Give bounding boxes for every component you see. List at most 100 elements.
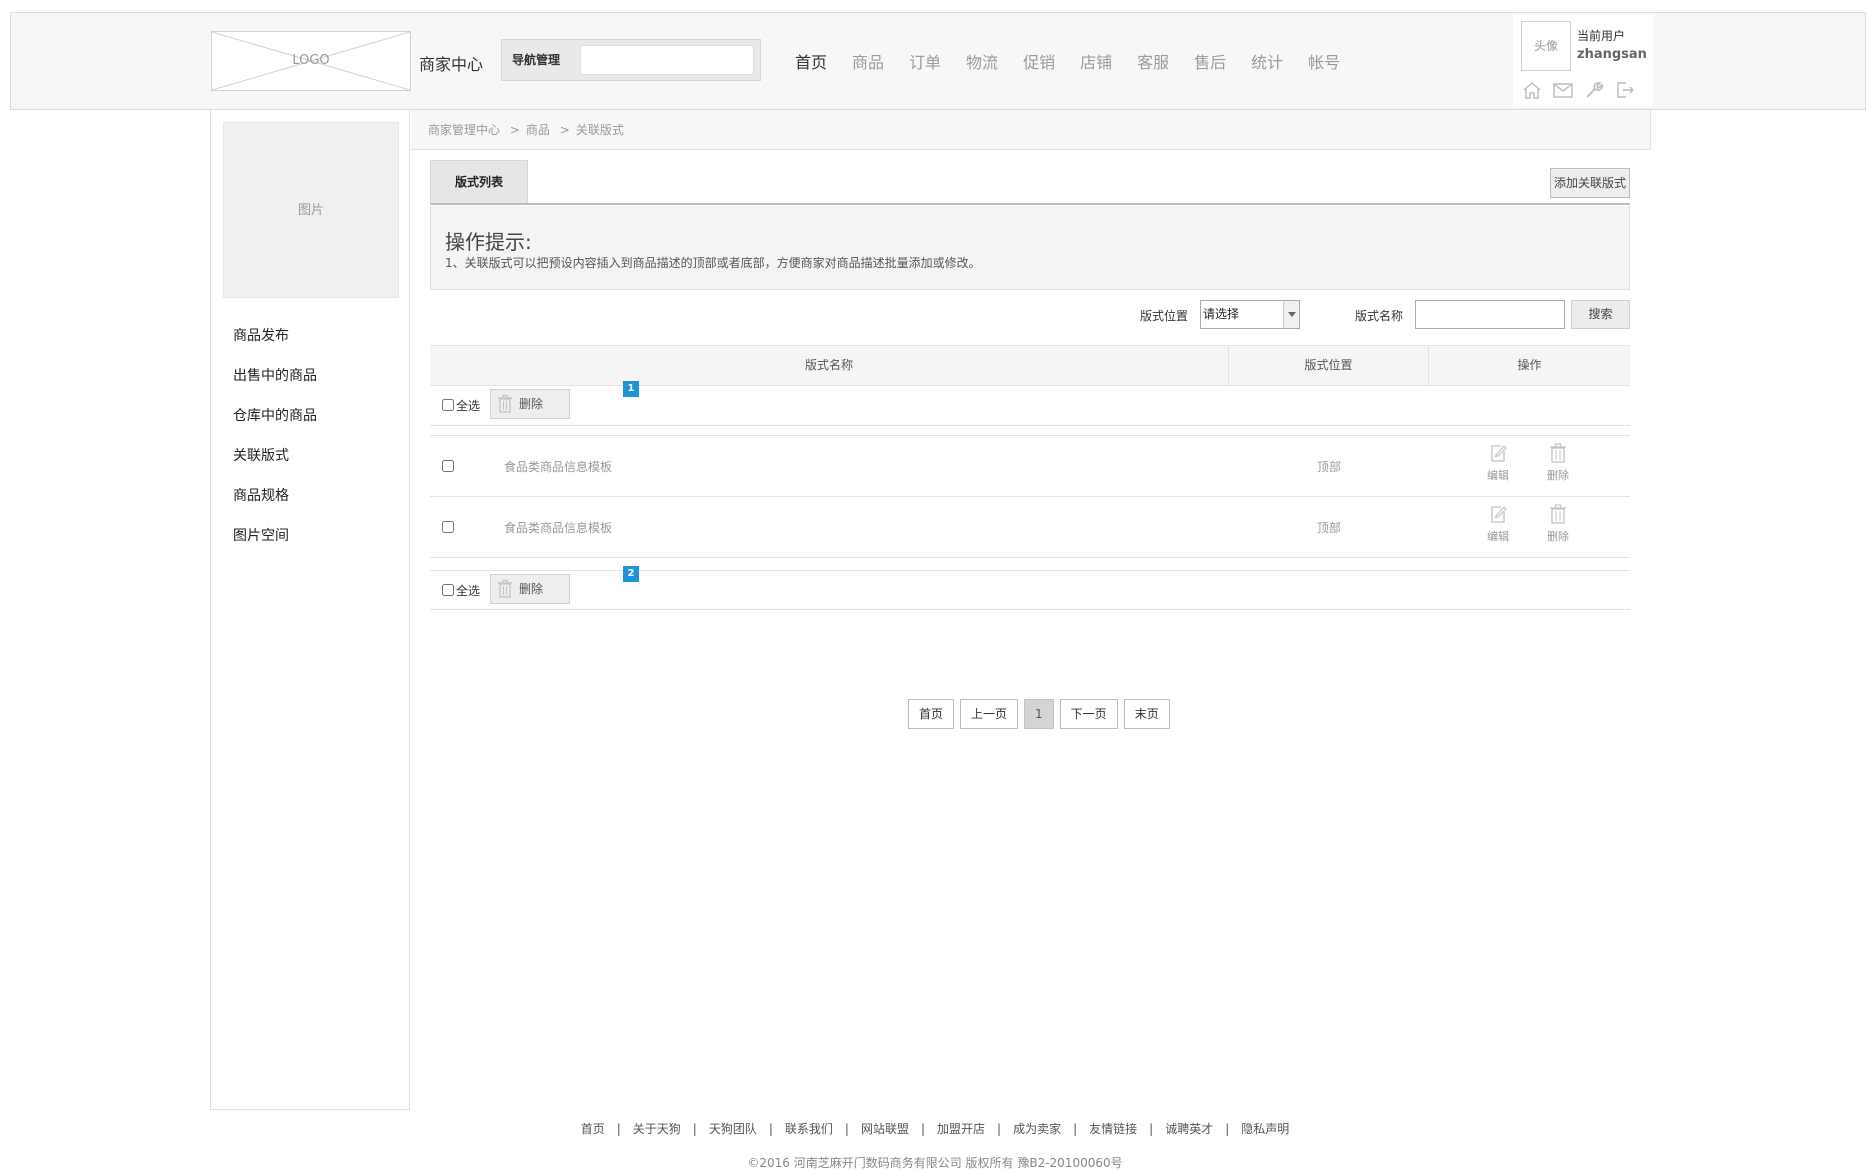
- sidebar-item-image-space[interactable]: 图片空间: [233, 516, 317, 556]
- breadcrumb-item-current: 关联版式: [575, 123, 624, 137]
- page-next-button[interactable]: 下一页: [1059, 699, 1118, 729]
- add-layout-button[interactable]: 添加关联版式: [1550, 168, 1630, 198]
- nav-search-label: 导航管理: [512, 53, 561, 67]
- nav-item-products[interactable]: 商品: [852, 49, 884, 73]
- footer-link-team[interactable]: 天狗团队: [709, 1122, 757, 1136]
- position-select-value: 请选择: [1203, 307, 1240, 321]
- user-name: zhangsan: [1577, 47, 1647, 62]
- edit-label: 编辑: [1487, 469, 1509, 482]
- mail-icon[interactable]: [1552, 79, 1574, 101]
- tab-layout-list[interactable]: 版式列表: [430, 160, 528, 203]
- batch-delete-button[interactable]: 删除 1: [490, 381, 639, 419]
- nav-item-service[interactable]: 客服: [1137, 49, 1169, 73]
- breadcrumb: 商家管理中心 > 商品 > 关联版式: [411, 110, 1651, 150]
- edit-button[interactable]: 编辑: [1478, 443, 1518, 483]
- sidebar-item-specs[interactable]: 商品规格: [233, 476, 317, 516]
- current-user-label: 当前用户: [1577, 29, 1626, 43]
- select-all-checkbox[interactable]: [442, 399, 454, 411]
- top-header: LOGO 商家中心 导航管理 首页 商品 订单 物流 促销 店铺 客服 售后 统…: [10, 12, 1866, 110]
- position-filter-label: 版式位置: [1140, 309, 1189, 323]
- search-button[interactable]: 搜索: [1571, 300, 1630, 329]
- trash-icon: [1548, 504, 1568, 524]
- column-header-actions: 操作: [1517, 358, 1542, 372]
- footer-separator: |: [616, 1122, 621, 1136]
- footer-link-privacy[interactable]: 隐私声明: [1241, 1122, 1289, 1136]
- footer-link-alliance[interactable]: 网站联盟: [861, 1122, 909, 1136]
- footer-separator: |: [997, 1122, 1002, 1136]
- batch-actions-bottom: 全选 删除 2: [430, 566, 1630, 610]
- nav-search: 导航管理: [501, 39, 761, 81]
- layout-position: 顶部: [1316, 460, 1341, 474]
- delete-button[interactable]: 删除: [1538, 443, 1578, 483]
- site-title: 商家中心: [419, 55, 484, 74]
- tips-title: 操作提示:: [445, 230, 532, 254]
- delete-button[interactable]: 删除: [1538, 504, 1578, 544]
- name-filter-label: 版式名称: [1355, 309, 1404, 323]
- nav-item-account[interactable]: 帐号: [1308, 49, 1340, 73]
- layout-name: 食品类商品信息模板: [504, 460, 613, 474]
- page-first-button[interactable]: 首页: [908, 699, 955, 729]
- edit-button[interactable]: 编辑: [1478, 504, 1518, 544]
- home-icon[interactable]: [1521, 79, 1543, 101]
- edit-icon: [1488, 443, 1508, 463]
- column-header-name: 版式名称: [430, 346, 1229, 385]
- footer-link-friend-links[interactable]: 友情链接: [1089, 1122, 1137, 1136]
- breadcrumb-separator: >: [509, 123, 520, 137]
- sidebar-item-warehouse[interactable]: 仓库中的商品: [233, 396, 317, 436]
- nav-item-orders[interactable]: 订单: [909, 49, 941, 73]
- batch-delete-label: 删除: [519, 582, 544, 596]
- tips-text: 1、关联版式可以把预设内容插入到商品描述的顶部或者底部，方便商家对商品描述批量添…: [445, 256, 981, 270]
- chevron-down-icon: [1283, 301, 1299, 328]
- footer-link-contact[interactable]: 联系我们: [785, 1122, 833, 1136]
- page-current[interactable]: 1: [1024, 699, 1054, 729]
- footer-link-become-seller[interactable]: 成为卖家: [1013, 1122, 1061, 1136]
- breadcrumb-item-center[interactable]: 商家管理中心: [428, 123, 500, 137]
- footer-link-open-store[interactable]: 加盟开店: [937, 1122, 985, 1136]
- nav-item-home[interactable]: 首页: [795, 49, 827, 73]
- user-icons: [1521, 79, 1645, 101]
- sidebar-item-on-sale[interactable]: 出售中的商品: [233, 356, 317, 396]
- nav-search-input[interactable]: [580, 45, 754, 75]
- wrench-icon[interactable]: [1583, 79, 1605, 101]
- footer-separator: |: [768, 1122, 773, 1136]
- footer-link-jobs[interactable]: 诚聘英才: [1165, 1122, 1213, 1136]
- table-row: 食品类商品信息模板 顶部 编辑 删除: [430, 497, 1630, 558]
- name-search-input[interactable]: [1415, 300, 1565, 329]
- page-prev-button[interactable]: 上一页: [960, 699, 1019, 729]
- nav-item-promotion[interactable]: 促销: [1023, 49, 1055, 73]
- nav-item-statistics[interactable]: 统计: [1251, 49, 1283, 73]
- row-checkbox[interactable]: [442, 460, 454, 472]
- sidebar-item-related-layout[interactable]: 关联版式: [233, 436, 317, 476]
- select-all-label: 全选: [456, 584, 481, 598]
- step-badge: 2: [623, 566, 639, 582]
- nav-item-aftersale[interactable]: 售后: [1194, 49, 1226, 73]
- trash-icon: [497, 579, 513, 603]
- footer-separator: |: [1225, 1122, 1230, 1136]
- avatar[interactable]: 头像: [1521, 21, 1571, 71]
- operation-tips: 操作提示: 1、关联版式可以把预设内容插入到商品描述的顶部或者底部，方便商家对商…: [430, 206, 1630, 290]
- sidebar: 图片 商品发布 出售中的商品 仓库中的商品 关联版式 商品规格 图片空间: [210, 110, 410, 1110]
- tab-bar: 版式列表 添加关联版式: [430, 160, 1630, 205]
- logo-text: LOGO: [292, 53, 330, 68]
- logout-icon[interactable]: [1614, 79, 1636, 101]
- logo[interactable]: LOGO: [211, 31, 411, 91]
- footer-separator: |: [1073, 1122, 1078, 1136]
- select-all-label: 全选: [456, 399, 481, 413]
- position-select[interactable]: 请选择: [1200, 300, 1300, 329]
- delete-label: 删除: [1547, 530, 1569, 543]
- sidebar-image: 图片: [223, 122, 399, 298]
- footer-links: 首页 | 关于天狗 | 天狗团队 | 联系我们 | 网站联盟 | 加盟开店 | 成为卖家 | 友情链接 | 诚聘…: [0, 1120, 1870, 1137]
- batch-delete-button[interactable]: 删除 2: [490, 566, 639, 604]
- select-all-checkbox[interactable]: [442, 584, 454, 596]
- footer-link-home[interactable]: 首页: [581, 1122, 605, 1136]
- row-checkbox[interactable]: [442, 521, 454, 533]
- sidebar-item-publish[interactable]: 商品发布: [233, 316, 317, 356]
- column-header-position: 版式位置: [1229, 346, 1429, 385]
- footer-separator: |: [692, 1122, 697, 1136]
- nav-item-logistics[interactable]: 物流: [966, 49, 998, 73]
- breadcrumb-item-products[interactable]: 商品: [526, 123, 550, 137]
- nav-item-store[interactable]: 店铺: [1080, 49, 1112, 73]
- edit-icon: [1488, 504, 1508, 524]
- footer-link-about[interactable]: 关于天狗: [633, 1122, 681, 1136]
- page-last-button[interactable]: 末页: [1123, 699, 1170, 729]
